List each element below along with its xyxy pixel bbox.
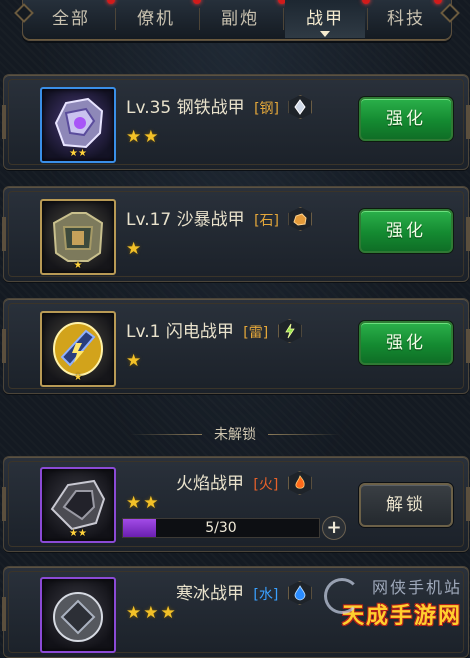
armor-name: 闪电战甲 bbox=[165, 322, 234, 342]
progress-text: 5/30 bbox=[205, 520, 237, 536]
armor-name: 寒冰战甲 bbox=[176, 584, 244, 604]
ice-armor-icon bbox=[53, 592, 103, 642]
armor-title: Lv.1 闪电战甲 [雷] bbox=[126, 317, 302, 343]
site-watermark: 网侠手机站 天成手游网 bbox=[316, 574, 462, 630]
lightning-icon bbox=[277, 319, 302, 343]
tab-separator bbox=[367, 8, 368, 30]
upgrade-button[interactable]: 强化 bbox=[359, 97, 453, 141]
armor-title: Lv.35 钢铁战甲 [钢] bbox=[126, 93, 313, 119]
thumbnail-star-rating: ★ bbox=[73, 260, 83, 271]
armor-element: [雷] bbox=[243, 325, 269, 341]
card-edge-ornament bbox=[466, 105, 470, 139]
armor-name: 沙暴战甲 bbox=[176, 210, 245, 230]
armor-thumbnail[interactable]: ★ bbox=[40, 311, 116, 387]
armor-card: ★ Lv.17 沙暴战甲 [石] ★ 强化 bbox=[2, 186, 470, 282]
armor-element: [钢] bbox=[254, 101, 279, 117]
star-rating: ★★ bbox=[126, 493, 161, 513]
tab-separator bbox=[283, 8, 284, 30]
star-rating: ★ bbox=[126, 239, 144, 259]
armor-thumbnail[interactable]: ★★ bbox=[40, 467, 116, 543]
locked-section-divider: 未解锁 bbox=[130, 426, 340, 444]
armor-thumbnail[interactable] bbox=[40, 577, 116, 653]
unlock-button[interactable]: 解锁 bbox=[359, 483, 453, 527]
thumbnail-star-rating: ★★ bbox=[69, 528, 87, 539]
tab-wingman[interactable]: 僚机 bbox=[117, 0, 195, 38]
star-rating: ★★★ bbox=[126, 603, 178, 623]
armor-card: ★★ Lv.35 钢铁战甲 [钢] ★★ 强化 bbox=[2, 74, 470, 170]
tabbar-corner-ornament-left bbox=[14, 3, 34, 23]
star-rating: ★★ bbox=[126, 127, 161, 147]
flame-icon bbox=[287, 471, 312, 495]
tab-separator bbox=[199, 8, 200, 30]
locked-section-label: 未解锁 bbox=[214, 427, 256, 443]
armor-element: [水] bbox=[253, 587, 279, 603]
add-fragment-button[interactable]: + bbox=[322, 516, 346, 540]
diamond-crystal-icon bbox=[288, 95, 313, 119]
tab-all[interactable]: 全部 bbox=[35, 0, 107, 38]
card-edge-ornament bbox=[466, 217, 470, 251]
armor-element: [石] bbox=[254, 213, 279, 229]
armor-name: 火焰战甲 bbox=[176, 474, 244, 494]
tab-separator bbox=[115, 8, 116, 30]
card-edge-ornament bbox=[2, 597, 6, 631]
tab-armor[interactable]: 战甲 bbox=[285, 0, 365, 38]
armor-title: 寒冰战甲 [水] bbox=[176, 579, 312, 605]
star-rating: ★ bbox=[126, 351, 144, 371]
armor-element: [火] bbox=[253, 477, 279, 493]
thumbnail-star-rating: ★★ bbox=[69, 148, 87, 159]
fragment-progress-bar: 5/30 bbox=[122, 518, 320, 538]
tabbar-corner-ornament-right bbox=[440, 3, 460, 23]
card-edge-ornament bbox=[2, 329, 6, 363]
tab-notification-dot bbox=[193, 0, 201, 4]
divider-line bbox=[268, 434, 340, 435]
rock-icon bbox=[288, 207, 313, 231]
watermark-logo-icon bbox=[324, 578, 360, 614]
armor-level: Lv.17 bbox=[126, 210, 172, 230]
thumbnail-star-rating: ★ bbox=[73, 372, 83, 383]
card-edge-ornament bbox=[466, 329, 470, 363]
card-edge-ornament bbox=[2, 487, 6, 521]
armor-level: Lv.35 bbox=[126, 98, 172, 118]
active-tab-caret-icon bbox=[320, 31, 330, 37]
armor-thumbnail[interactable]: ★★ bbox=[40, 87, 116, 163]
category-tab-bar: 全部 僚机 副炮 战甲 科技 bbox=[14, 0, 460, 41]
upgrade-button[interactable]: 强化 bbox=[359, 209, 453, 253]
card-edge-ornament bbox=[2, 105, 6, 139]
tab-notification-dot bbox=[107, 0, 115, 4]
card-edge-ornament bbox=[2, 217, 6, 251]
tab-tech[interactable]: 科技 bbox=[369, 0, 443, 38]
tab-sub-cannon[interactable]: 副炮 bbox=[201, 0, 279, 38]
upgrade-button[interactable]: 强化 bbox=[359, 321, 453, 365]
armor-thumbnail[interactable]: ★ bbox=[40, 199, 116, 275]
armor-level: Lv.1 bbox=[126, 322, 161, 342]
armor-name: 钢铁战甲 bbox=[176, 98, 245, 118]
armor-title: Lv.17 沙暴战甲 [石] bbox=[126, 205, 313, 231]
armor-title: 火焰战甲 [火] bbox=[176, 469, 312, 495]
armor-card: ★ Lv.1 闪电战甲 [雷] ★ 强化 bbox=[2, 298, 470, 394]
water-drop-icon bbox=[287, 581, 312, 605]
card-edge-ornament bbox=[466, 487, 470, 521]
tab-armor-label: 战甲 bbox=[306, 9, 344, 29]
